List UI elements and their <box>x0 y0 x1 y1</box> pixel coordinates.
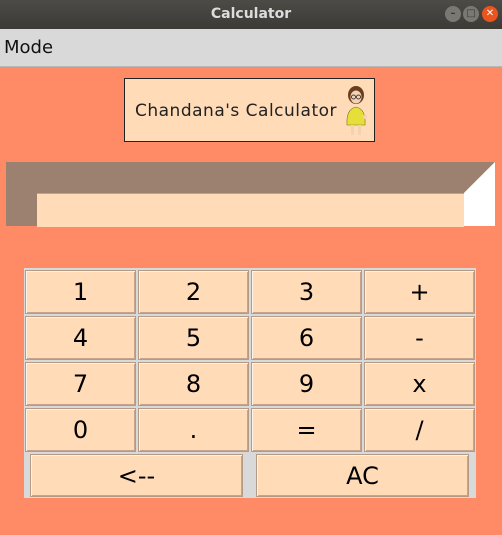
display-input[interactable] <box>37 194 464 227</box>
key-1[interactable]: 1 <box>25 270 136 314</box>
close-icon[interactable]: ✕ <box>482 6 498 22</box>
maximize-icon[interactable]: □ <box>463 6 479 22</box>
key-8[interactable]: 8 <box>138 362 249 406</box>
logo-text: Chandana's Calculator <box>135 101 337 121</box>
menu-mode[interactable]: Mode <box>4 37 53 58</box>
menu-bar: Mode <box>0 29 502 67</box>
window-title: Calculator <box>210 6 292 22</box>
key-6[interactable]: 6 <box>251 316 362 360</box>
key-divide[interactable]: / <box>364 408 475 452</box>
key-0[interactable]: 0 <box>25 408 136 452</box>
backspace-button[interactable]: <-- <box>30 454 243 497</box>
key-decimal[interactable]: . <box>138 408 249 452</box>
key-7[interactable]: 7 <box>25 362 136 406</box>
key-plus[interactable]: + <box>364 270 475 314</box>
key-multiply[interactable]: x <box>364 362 475 406</box>
calculator-body: Chandana's Calculator 1 2 3 + 4 5 6 - 7 … <box>0 67 502 535</box>
person-illustration-icon <box>346 86 367 135</box>
key-3[interactable]: 3 <box>251 270 362 314</box>
title-bar: Calculator – □ ✕ <box>0 0 502 29</box>
clear-button[interactable]: AC <box>256 454 469 497</box>
key-4[interactable]: 4 <box>25 316 136 360</box>
key-equals[interactable]: = <box>251 408 362 452</box>
key-2[interactable]: 2 <box>138 270 249 314</box>
calculator-logo: Chandana's Calculator <box>124 78 375 142</box>
keypad: 1 2 3 + 4 5 6 - 7 8 9 x 0 . = / <-- AC <box>24 268 476 498</box>
minimize-icon[interactable]: – <box>445 6 461 22</box>
key-minus[interactable]: - <box>364 316 475 360</box>
key-5[interactable]: 5 <box>138 316 249 360</box>
key-9[interactable]: 9 <box>251 362 362 406</box>
